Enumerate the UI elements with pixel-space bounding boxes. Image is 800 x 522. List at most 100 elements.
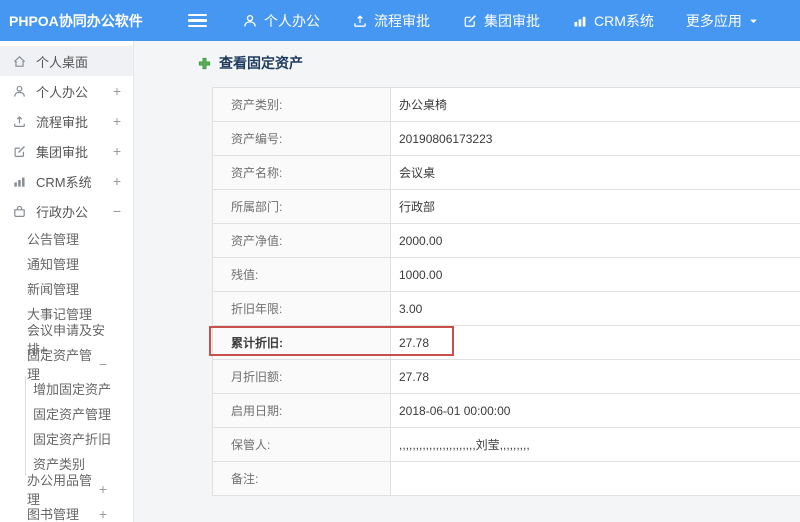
field-label: 资产类别: — [213, 88, 391, 121]
field-label: 累计折旧: — [213, 326, 391, 359]
expand-icon[interactable]: + — [113, 174, 121, 188]
nav-item-label: CRM系统 — [594, 12, 654, 29]
field-value: 2018-06-01 00:00:00 — [399, 403, 511, 418]
table-row: 资产编号: 20190806173223 — [213, 122, 800, 156]
nav-item-label: 集团审批 — [484, 12, 540, 29]
field-value: 办公桌椅 — [399, 98, 448, 112]
page-title: 查看固定资产 — [197, 53, 800, 73]
sidebar-item[interactable]: 办公用品管理 + — [0, 473, 133, 507]
field-label: 残值: — [213, 258, 391, 291]
chart-icon — [572, 13, 588, 29]
field-value: 行政部 — [399, 200, 436, 214]
collapse-icon[interactable]: − — [99, 357, 107, 371]
sidebar-item[interactable]: 个人桌面 — [0, 46, 133, 76]
field-value: 2000.00 — [399, 233, 443, 248]
expand-icon[interactable]: + — [113, 84, 121, 98]
edit-icon — [462, 13, 478, 29]
process-icon — [352, 13, 368, 29]
field-label: 月折旧额: — [213, 360, 391, 393]
table-row: 资产净值: 2000.00 — [213, 224, 800, 258]
field-value: 27.78 — [399, 369, 430, 384]
process-icon — [12, 114, 27, 129]
header-nav: 个人办公 流程审批 集团审批 CRM系统 更多应用 — [242, 11, 759, 31]
expand-icon[interactable]: + — [113, 144, 121, 158]
table-row: 保管人: ,,,,,,,,,,,,,,,,,,,,,,,刘莹,,,,,,,,, — [213, 428, 800, 462]
home-icon — [12, 54, 27, 69]
sidebar-item[interactable]: 增加固定资产 — [25, 376, 133, 401]
field-value: 3.00 — [399, 301, 423, 316]
sidebar-item[interactable]: 通知管理 — [0, 251, 133, 276]
sidebar-item-label: 增加固定资产 — [33, 382, 112, 397]
expand-icon[interactable]: + — [99, 482, 107, 496]
sidebar-item[interactable]: 流程审批 + — [0, 106, 133, 136]
field-value: 20190806173223 — [399, 131, 493, 146]
sidebar-item[interactable]: 公告管理 — [0, 226, 133, 251]
table-row: 启用日期: 2018-06-01 00:00:00 — [213, 394, 800, 428]
sidebar-item-label: 行政办公 — [36, 204, 89, 220]
sidebar-item[interactable]: 固定资产折旧 — [25, 426, 133, 451]
collapse-icon[interactable]: − — [113, 204, 121, 218]
sidebar-item-label: 流程审批 — [36, 114, 89, 130]
edit-icon — [12, 144, 27, 159]
nav-item[interactable]: 更多应用 — [686, 11, 759, 31]
field-label: 保管人: — [213, 428, 391, 461]
field-label: 折旧年限: — [213, 292, 391, 325]
table-row: 资产名称: 会议桌 — [213, 156, 800, 190]
app-logo: PHPOA协同办公软件 — [9, 12, 143, 29]
sidebar-item[interactable]: 图书管理 + — [0, 501, 133, 522]
sidebar-item[interactable]: 新闻管理 — [0, 276, 133, 301]
expand-icon[interactable]: + — [113, 114, 121, 128]
nav-item-label: 更多应用 — [685, 12, 742, 29]
hamburger-icon[interactable] — [186, 7, 209, 34]
sidebar-item-label: CRM系统 — [36, 174, 92, 190]
sidebar-item-label: 固定资产管理 — [33, 407, 112, 422]
sidebar: 个人桌面个人办公 + 流程审批 + 集团审批 + CRM系统 + 行政办公 − 公告管理通知管理新闻… — [0, 41, 134, 522]
person-icon — [242, 13, 258, 29]
main-content: 查看固定资产 资产类别: 办公桌椅 资产编号: 20190806173223 资产名称:… — [135, 41, 800, 522]
field-value: ,,,,,,,,,,,,,,,,,,,,,,,刘莹,,,,,,,,, — [399, 438, 530, 452]
sidebar-item[interactable]: 固定资产管理 − — [0, 348, 133, 382]
sidebar-item-label: 个人办公 — [36, 84, 89, 100]
table-row: 备注: — [213, 462, 800, 496]
asset-table: 资产类别: 办公桌椅 资产编号: 20190806173223 资产名称: 会议桌 所属部门… — [209, 87, 800, 496]
table-row: 资产类别: 办公桌椅 — [213, 88, 800, 122]
sidebar-item[interactable]: 行政办公 − — [0, 196, 133, 226]
sidebar-item[interactable]: 个人办公 + — [0, 76, 133, 106]
briefcase-icon — [12, 204, 27, 219]
sidebar-item[interactable]: 固定资产管理 — [25, 401, 133, 426]
table-row: 累计折旧: 27.78 — [209, 326, 800, 360]
nav-item-label: 个人办公 — [264, 12, 320, 29]
expand-icon[interactable]: + — [99, 507, 107, 521]
nav-item[interactable]: 集团审批 — [462, 11, 540, 31]
field-label: 所属部门: — [213, 190, 391, 223]
sidebar-item-label: 固定资产管理 — [27, 347, 93, 382]
sidebar-item-label: 集团审批 — [36, 144, 89, 160]
sidebar-item-label: 公告管理 — [27, 232, 80, 247]
field-label: 资产名称: — [213, 156, 391, 189]
sidebar-item[interactable]: 集团审批 + — [0, 136, 133, 166]
nav-item[interactable]: CRM系统 — [572, 11, 654, 31]
top-header: PHPOA协同办公软件 个人办公 流程审批 集团审批 CRM系统 更多应用 — [0, 0, 800, 41]
sidebar-item[interactable]: CRM系统 + — [0, 166, 133, 196]
caret-down-icon — [748, 14, 759, 27]
field-value: 27.78 — [399, 335, 430, 350]
sidebar-item-label: 固定资产折旧 — [33, 432, 112, 447]
sidebar-item-label: 通知管理 — [27, 257, 80, 272]
sidebar-item-label: 图书管理 — [27, 507, 80, 522]
field-value: 会议桌 — [399, 166, 436, 180]
field-value: 1000.00 — [399, 267, 443, 282]
sidebar-item-label: 新闻管理 — [27, 282, 80, 297]
nav-item[interactable]: 个人办公 — [242, 11, 320, 31]
nav-item[interactable]: 流程审批 — [352, 11, 430, 31]
sidebar-item-label: 办公用品管理 — [27, 472, 93, 507]
page-title-text: 查看固定资产 — [219, 55, 303, 71]
field-value — [391, 462, 800, 495]
nav-item-label: 流程审批 — [374, 12, 430, 29]
table-row: 所属部门: 行政部 — [213, 190, 800, 224]
chart-icon — [12, 174, 27, 189]
field-label: 资产净值: — [213, 224, 391, 257]
field-label: 资产编号: — [213, 122, 391, 155]
table-row: 折旧年限: 3.00 — [213, 292, 800, 326]
table-row: 残值: 1000.00 — [213, 258, 800, 292]
table-row: 月折旧额: 27.78 — [213, 360, 800, 394]
